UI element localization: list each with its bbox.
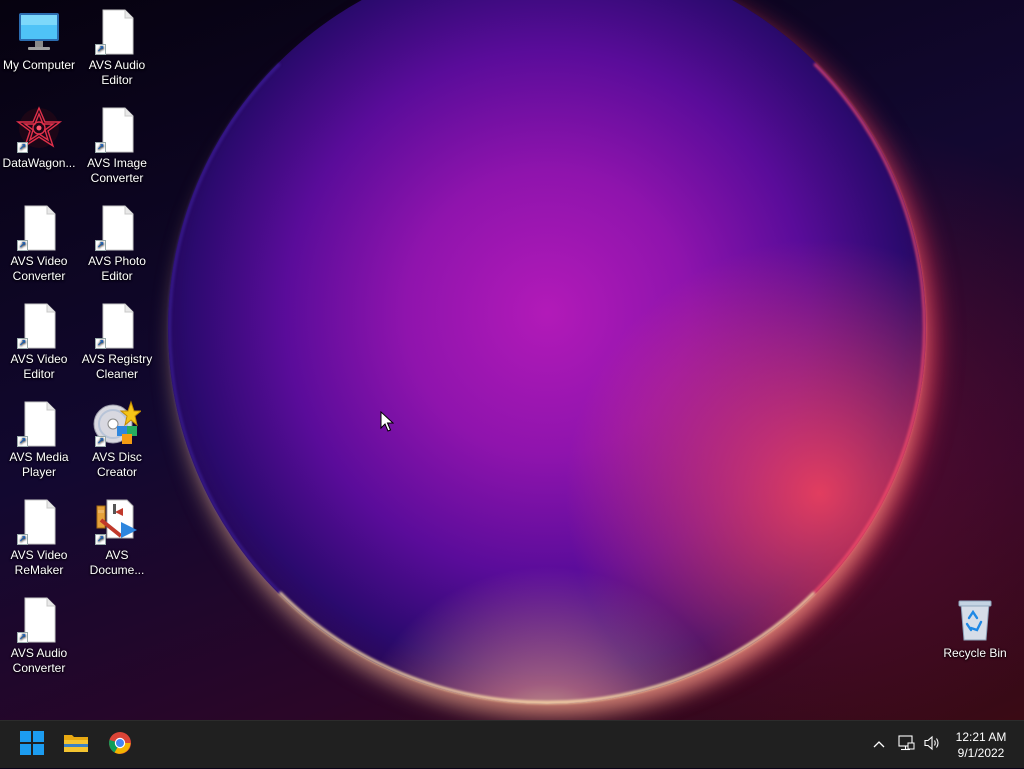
- shortcut-arrow-icon: ↗: [95, 240, 106, 251]
- desktop-icon-avs-video-converter[interactable]: ↗ AVS Video Converter: [0, 204, 78, 284]
- desktop-icon-label: DataWagon...: [2, 156, 76, 170]
- desktop-icon-label: AVS Audio Editor: [88, 58, 146, 87]
- clock-time: 12:21 AM: [955, 730, 1007, 744]
- document-icon: ↗: [93, 204, 141, 252]
- document-icon: ↗: [15, 498, 63, 546]
- desktop-icon-label: My Computer: [2, 58, 76, 72]
- shortcut-arrow-icon: ↗: [95, 44, 106, 55]
- desktop-icon-avs-video-editor[interactable]: ↗ AVS Video Editor: [0, 302, 78, 382]
- network-button[interactable]: [894, 721, 918, 769]
- shortcut-arrow-icon: ↗: [17, 240, 28, 251]
- wallpaper-sphere-rim: [168, 0, 926, 704]
- shortcut-arrow-icon: ↗: [95, 338, 106, 349]
- desktop-icon-label: AVS Video Converter: [10, 254, 68, 283]
- desktop-icon-avs-registry-cleaner[interactable]: ↗ AVS Registry Cleaner: [78, 302, 156, 382]
- shortcut-arrow-icon: ↗: [17, 338, 28, 349]
- desktop-icon-label: AVS Media Player: [9, 450, 69, 479]
- shortcut-arrow-icon: ↗: [17, 436, 28, 447]
- network-icon: [897, 734, 915, 756]
- shortcut-arrow-icon: ↗: [95, 534, 106, 545]
- taskbar-clock[interactable]: 12:21 AM 9/1/2022: [946, 729, 1016, 761]
- desktop-icon-avs-image-converter[interactable]: ↗ AVS Image Converter: [78, 106, 156, 186]
- document-icon: ↗: [15, 596, 63, 644]
- document-icon: ↗: [15, 400, 63, 448]
- desktop-icon-label: AVS Docume...: [89, 548, 145, 577]
- file-explorer-button[interactable]: [58, 727, 94, 763]
- desktop-icon-label: AVS Video ReMaker: [10, 548, 68, 577]
- start-button[interactable]: [14, 727, 50, 763]
- mouse-cursor-icon: [380, 410, 395, 438]
- tray-overflow-button[interactable]: [866, 721, 892, 769]
- chrome-icon: [108, 731, 132, 760]
- desktop-icon-label: AVS Registry Cleaner: [81, 352, 153, 381]
- windows-start-icon: [20, 730, 44, 760]
- desktop-icon-label: Recycle Bin: [943, 646, 1007, 660]
- document-icon: ↗: [93, 8, 141, 56]
- recycle-bin-icon: [951, 596, 999, 644]
- shortcut-arrow-icon: ↗: [17, 142, 28, 153]
- volume-button[interactable]: [920, 721, 944, 769]
- desktop-icon-avs-audio-converter[interactable]: ↗ AVS Audio Converter: [0, 596, 78, 676]
- desktop-icon-avs-photo-editor[interactable]: ↗ AVS Photo Editor: [78, 204, 156, 284]
- document-icon: ↗: [93, 106, 141, 154]
- document-icon: ↗: [93, 302, 141, 350]
- desktop-icon-datawagon[interactable]: ↗ DataWagon...: [0, 106, 78, 171]
- folder-icon: [63, 732, 89, 759]
- chevron-up-icon: [872, 736, 886, 754]
- desktop-icon-label: AVS Photo Editor: [88, 254, 146, 283]
- desktop-icon-avs-video-remaker[interactable]: ↗ AVS Video ReMaker: [0, 498, 78, 578]
- document-icon: ↗: [15, 204, 63, 252]
- document-converter-icon: ↗: [93, 498, 141, 546]
- desktop-icon-my-computer[interactable]: My Computer: [0, 8, 78, 73]
- desktop-icon-avs-audio-editor[interactable]: ↗ AVS Audio Editor: [78, 8, 156, 88]
- desktop-icon-label: AVS Image Converter: [87, 156, 147, 185]
- document-icon: ↗: [15, 302, 63, 350]
- desktop-icon-avs-disc-creator[interactable]: ↗ AVS Disc Creator: [78, 400, 156, 480]
- desktop-icon-avs-document-converter[interactable]: ↗ AVS Docume...: [78, 498, 156, 578]
- shortcut-arrow-icon: ↗: [95, 436, 106, 447]
- chrome-button[interactable]: [102, 727, 138, 763]
- desktop-icon-label: AVS Video Editor: [10, 352, 68, 381]
- shortcut-arrow-icon: ↗: [17, 632, 28, 643]
- desktop-icon-label: AVS Disc Creator: [92, 450, 142, 479]
- volume-icon: [923, 735, 941, 756]
- shortcut-arrow-icon: ↗: [17, 534, 28, 545]
- desktop-icon-label: AVS Audio Converter: [10, 646, 68, 675]
- clock-date: 9/1/2022: [957, 746, 1005, 760]
- datawagon-icon: ↗: [15, 106, 63, 154]
- shortcut-arrow-icon: ↗: [95, 142, 106, 153]
- desktop-icon-avs-media-player[interactable]: ↗ AVS Media Player: [0, 400, 78, 480]
- monitor-icon: [15, 8, 63, 56]
- desktop-icon-recycle-bin[interactable]: Recycle Bin: [936, 596, 1014, 661]
- taskbar: 12:21 AM 9/1/2022: [0, 720, 1024, 768]
- disc-icon: ↗: [93, 400, 143, 448]
